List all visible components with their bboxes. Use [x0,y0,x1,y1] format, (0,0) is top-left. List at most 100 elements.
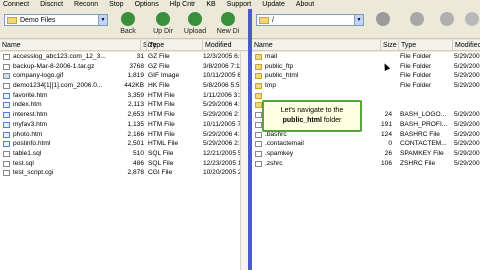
local-path-field[interactable]: Demo Files ▼ [4,14,108,26]
file-icon [3,92,10,99]
folder-icon [7,16,17,24]
file-modified: 5/29/200 [454,120,480,128]
file-size: 24 [384,111,392,119]
menu-item[interactable]: Stop [109,0,123,9]
file-name: public_html [265,72,299,80]
file-name: demo1234[1][1].com_2006.0... [13,82,103,90]
file-name: photo.htm [13,130,43,138]
file-modified: 12/21/2005 5:5 [203,149,243,157]
remote-toolbar-button-2[interactable] [402,12,432,28]
file-type: SPAMKEY File [400,149,444,157]
header-name[interactable]: Name [252,40,380,51]
file-row[interactable]: public_html File Folder 5/29/200 [252,71,480,81]
file-row[interactable]: table1.sql 510 SQL File 12/21/2005 5:5 [0,149,248,159]
file-row[interactable]: .zshrc 106 ZSHRC File 5/29/200 [252,159,480,169]
header-size[interactable]: Size [380,40,398,51]
header-name[interactable]: Name [0,40,140,51]
file-row[interactable]: public_ftp File Folder 5/29/200 [252,62,480,72]
file-size: 2,653 [127,111,144,119]
file-row[interactable]: postinfo.html 2,501 HTML File 5/29/2006 2:1 [0,139,248,149]
file-type: BASHRC File [400,130,440,138]
back-button[interactable]: Back [113,12,143,36]
file-type: SQL File [148,149,174,157]
file-type: File Folder [400,82,432,90]
upload-button[interactable]: Upload [180,12,210,36]
file-row[interactable]: test.sql 486 SQL File 12/23/2005 11: [0,159,248,169]
local-scrollbar[interactable] [240,52,248,270]
file-row[interactable]: backup-Mar-8-2006-1.tar.gz 3768 GZ File 3/8… [0,62,248,72]
callout-suffix: folder [321,117,342,124]
file-row[interactable]: favorite.htm 3,359 HTM File 1/11/2006 3:38 [0,91,248,101]
file-size: 442KB [124,82,144,90]
file-row[interactable]: index.htm 2,113 HTM File 5/29/2006 4:09 [0,100,248,110]
file-row[interactable]: .contactemail 0 CONTACTEM... 5/29/200 [252,139,480,149]
chevron-down-icon[interactable]: ▼ [98,15,107,25]
file-type: HTM File [148,101,175,109]
menu-item[interactable]: About [296,0,314,9]
folder-icon [255,54,262,60]
file-icon [3,102,10,109]
menu-item[interactable]: Discnct [40,0,63,9]
file-row[interactable]: demo1234[1][1].com_2006.0... 442KB HK File… [0,81,248,91]
local-path-text: Demo Files [20,16,56,24]
file-modified: 10/11/2005 6:5 [203,72,243,80]
chevron-down-icon[interactable]: ▼ [354,15,363,25]
file-row[interactable]: company-logo.gif 1,819 GIF Image 10/11/2005… [0,71,248,81]
folder-icon [255,92,262,99]
file-row[interactable]: test_script.cgi 2,878 CGI File 10/20/2005 2… [0,168,248,178]
menu-bar: Connect Discnct Reconn Stop Options Hlp Cntr K… [0,0,480,9]
remote-file-list: mail File Folder 5/29/200 public_ftp File Fo… [252,52,480,270]
menu-item[interactable]: KB [206,0,215,9]
remote-path-text: / [272,16,274,24]
file-row[interactable]: myfav3.htm 1,135 HTM File 10/11/2005 7:1 [0,120,248,130]
file-size: 2,878 [127,169,144,177]
remote-toolbar-button-1[interactable] [368,12,398,28]
file-type: HTML File [148,140,179,148]
up-dir-button[interactable]: Up Dir [148,12,178,36]
menu-item[interactable]: Hlp Cntr [170,0,196,9]
file-name: test_script.cgi [13,169,54,177]
file-modified: 5/29/200 [454,72,480,80]
menu-item[interactable]: Support [227,0,252,9]
file-name: table1.sql [13,149,42,157]
menu-item[interactable]: Update [262,0,285,9]
file-icon [255,141,262,148]
file-modified: 5/29/200 [454,159,480,167]
header-type[interactable]: Type [146,40,202,51]
file-icon [3,73,10,80]
new-di-button[interactable]: New Di [213,12,243,36]
file-row[interactable]: mail File Folder 5/29/200 [252,52,480,62]
folder-icon [255,73,262,80]
file-modified: 5/29/200 [454,53,480,60]
file-icon [255,131,262,138]
file-row[interactable] [252,91,480,101]
remote-toolbar-button-4[interactable] [457,12,480,28]
file-row[interactable]: .spamkey 26 SPAMKEY File 5/29/200 [252,149,480,159]
remote-column-headers: Name Size Type Modified [252,40,480,51]
file-icon [3,170,10,177]
file-row[interactable]: tmp File Folder 5/29/200 [252,81,480,91]
remote-toolbar: / ▼ [252,9,480,39]
refresh-icon [410,12,424,26]
menu-item[interactable]: Options [135,0,159,9]
header-modified[interactable]: Modified [202,40,248,51]
file-type: BASH_PROFI... [400,120,448,128]
folder-icon [259,16,269,24]
file-type: HTM File [148,111,175,119]
file-name: interest.htm [13,111,48,119]
menu-item[interactable]: Connect [3,0,29,9]
remote-path-field[interactable]: / ▼ [256,14,364,26]
file-type: BASH_LOGO... [400,111,447,119]
file-icon [3,141,10,148]
menu-item[interactable]: Reconn [74,0,98,9]
header-modified[interactable]: Modified [452,40,480,51]
file-row[interactable]: photo.htm 2,166 HTM File 5/29/2006 4:09 [0,130,248,140]
file-type: ZSHRC File [400,159,436,167]
callout-line-1: Let's navigate to the [280,107,344,114]
file-row[interactable]: interest.htm 2,653 HTM File 5/29/2006 2:1 [0,110,248,120]
file-row[interactable]: accesslog_abc123.com_12_3... 31 GZ File 12/… [0,52,248,62]
file-modified: 3/8/2006 7:11 [203,62,243,70]
file-modified: 5/29/2006 2:1 [203,140,243,148]
header-type[interactable]: Type [398,40,452,51]
file-modified: 5/29/200 [454,130,480,138]
